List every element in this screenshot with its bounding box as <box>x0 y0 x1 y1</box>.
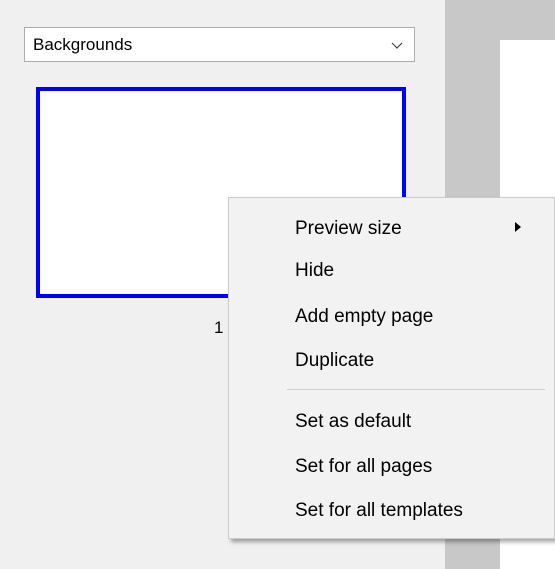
menu-item-add-empty-page[interactable]: Add empty page <box>295 306 433 328</box>
app-window: Backgrounds 1 Preview size Hide Add empt… <box>0 0 555 569</box>
chevron-down-icon <box>391 42 403 49</box>
menu-item-set-for-all-pages[interactable]: Set for all pages <box>295 456 432 478</box>
menu-item-preview-size[interactable]: Preview size <box>295 218 402 240</box>
menu-item-duplicate[interactable]: Duplicate <box>295 350 374 372</box>
menu-separator <box>287 389 545 390</box>
submenu-arrow-icon <box>515 222 521 232</box>
menu-item-hide[interactable]: Hide <box>295 260 334 282</box>
dropdown-selected-value: Backgrounds <box>33 35 133 54</box>
menu-item-set-as-default[interactable]: Set as default <box>295 411 411 433</box>
context-menu: Preview size Hide Add empty page Duplica… <box>228 197 555 539</box>
background-type-dropdown[interactable]: Backgrounds <box>24 27 415 62</box>
page-number-label: 1 <box>214 318 224 337</box>
menu-item-set-for-all-templates[interactable]: Set for all templates <box>295 500 463 522</box>
